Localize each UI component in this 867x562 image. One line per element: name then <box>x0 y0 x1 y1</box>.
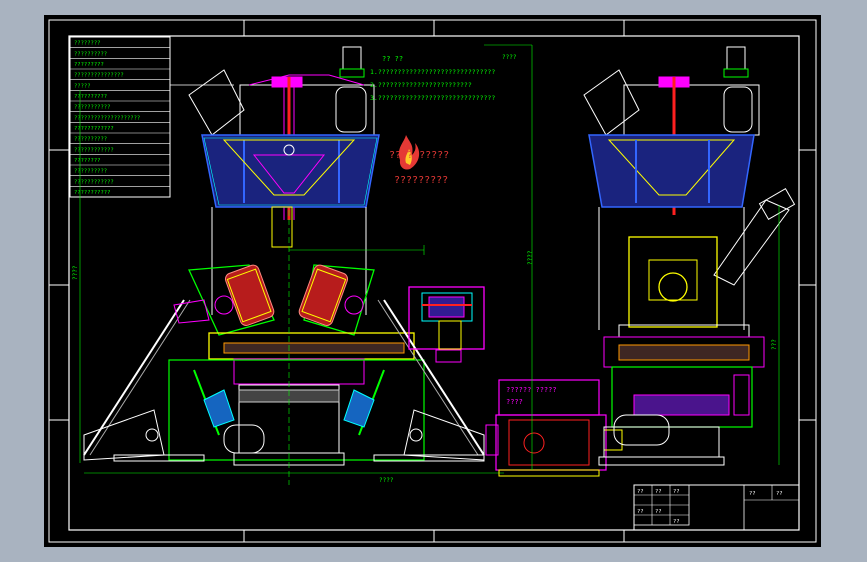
watermark-line2: ????????? <box>394 175 448 186</box>
spec-row-11: ???????? <box>74 158 101 164</box>
note-line-3: 3.?????????????????????????????? <box>370 94 495 102</box>
spec-row-12: ?????????? <box>74 169 107 175</box>
spec-row-4: ????? <box>74 83 91 89</box>
spec-row-2: ????????? <box>74 62 104 68</box>
title-right-cell-1: ?? <box>776 491 783 497</box>
gearbox-detail <box>408 286 485 363</box>
cad-drawing: ????????????????????????????????????????… <box>48 19 817 543</box>
spec-row-6: ??????????? <box>74 105 110 111</box>
spec-row-9: ?????????? <box>74 137 107 143</box>
title-cell-0: ?? <box>637 489 644 495</box>
title-right-cell-0: ?? <box>749 491 756 497</box>
drawing-sheet: ????????????????????????????????????????… <box>44 15 821 547</box>
left-mill-view <box>79 46 504 485</box>
note-line-2: 2.???????????????????????? <box>370 81 472 89</box>
motor-label-line2: ???? <box>506 398 523 406</box>
dim-top-width: ???? <box>502 54 517 61</box>
watermark: ?????????? ????????? <box>389 135 449 186</box>
technical-notes: ?? ?? 1.?????????????????????????????? 2… <box>370 55 495 102</box>
spec-row-3: ??????????????? <box>74 73 124 79</box>
spec-row-5: ?????????? <box>74 94 107 100</box>
title-cell-1: ?? <box>655 489 662 495</box>
title-cell-2: ?? <box>673 489 680 495</box>
right-mill-view <box>583 46 796 466</box>
spec-row-0: ???????? <box>74 41 101 47</box>
title-cell-4: ?? <box>655 509 662 515</box>
dim-height-right: ??? <box>771 339 778 350</box>
dim-base-width: ???? <box>379 477 394 484</box>
dim-height-center: ???? <box>527 250 534 265</box>
spec-row-7: ???????????????????? <box>74 115 140 121</box>
notes-title: ?? ?? <box>382 55 403 63</box>
spec-table: ????????????????????????????????????????… <box>69 36 171 198</box>
spec-row-14: ??????????? <box>74 190 110 196</box>
spec-row-1: ?????????? <box>74 51 107 57</box>
watermark-line1: ?????????? <box>389 150 449 161</box>
title-cell-3: ?? <box>637 509 644 515</box>
inner-frame <box>68 35 800 531</box>
title-block: ?? ?? ?? ?? ?? ?? ?? ?? <box>633 484 800 531</box>
title-cell-5: ?? <box>673 519 680 525</box>
motor-label-line1: ?????? ????? <box>506 386 557 394</box>
note-line-1: 1.?????????????????????????????? <box>370 68 495 76</box>
dim-height-left: ???? <box>72 265 79 280</box>
main-motor: ?????? ????? ???? <box>485 379 623 477</box>
